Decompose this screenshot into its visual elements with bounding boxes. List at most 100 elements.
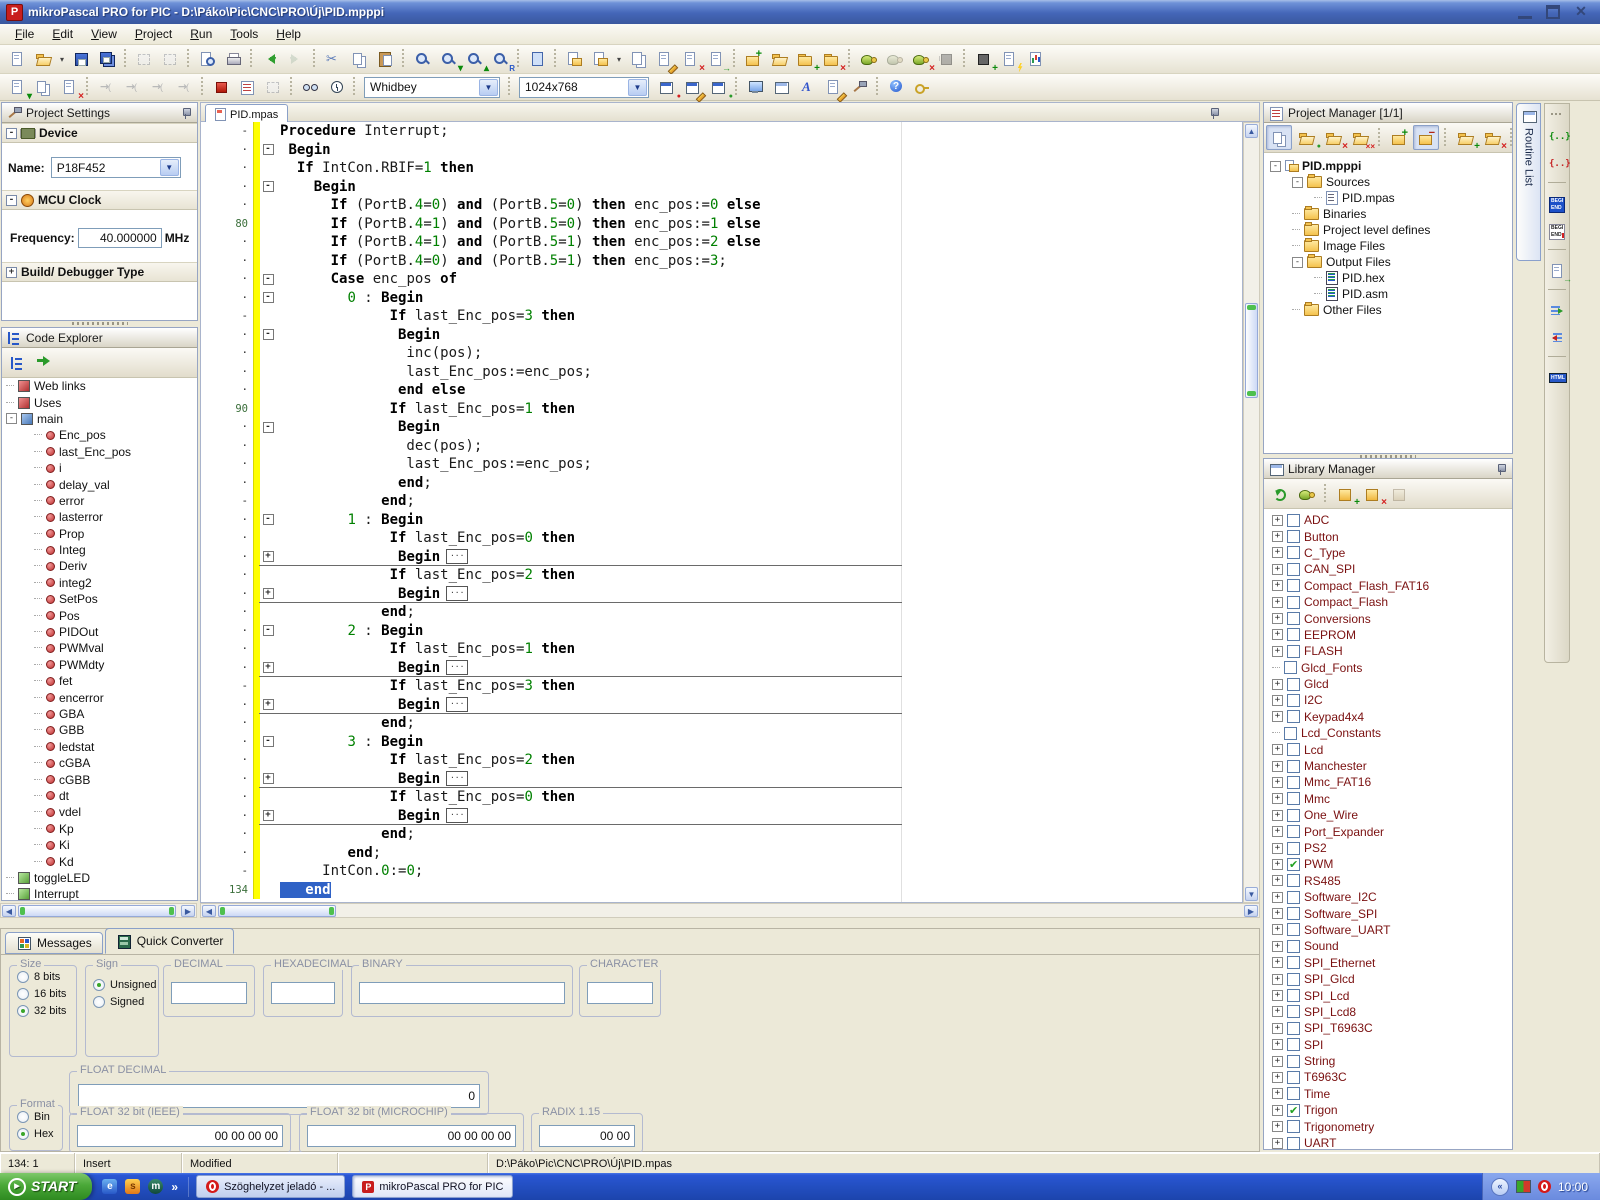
checkbox[interactable] (1284, 726, 1297, 740)
size-option-8-bits[interactable]: 8 bits (17, 971, 76, 983)
scroll-right-icon[interactable]: ▶ (181, 905, 195, 917)
build-debugger-section-bar[interactable]: + Build/ Debugger Type (2, 262, 197, 282)
fold-column[interactable] (260, 529, 276, 548)
start-debugger-button[interactable] (996, 47, 1023, 73)
code-explorer-item-fet[interactable]: fet (2, 673, 197, 689)
checkbox[interactable] (1287, 1054, 1300, 1068)
close-project-button[interactable] (1320, 125, 1346, 150)
sign-option-unsigned[interactable]: Unsigned (93, 979, 158, 991)
checkbox[interactable] (1287, 644, 1300, 658)
fold-column[interactable]: - (260, 418, 276, 437)
radio-selected-icon[interactable] (17, 1005, 29, 1017)
radio-selected-icon[interactable] (93, 979, 105, 991)
code-explorer-item-dt[interactable]: dt (2, 788, 197, 804)
code-line-2[interactable]: · - Begin (201, 140, 1242, 160)
uncomment-selection-button[interactable] (1544, 151, 1571, 176)
library-compact-flash-fat16[interactable]: + Compact_Flash_FAT16 (1264, 578, 1512, 594)
code-text[interactable]: Begin (276, 141, 330, 160)
fold-collapse-icon[interactable]: - (262, 329, 274, 341)
library-glcd-fonts[interactable]: Glcd_Fonts (1264, 660, 1512, 676)
menu-file[interactable]: File (6, 25, 43, 43)
checkbox[interactable] (1287, 841, 1300, 855)
close-button[interactable]: ✕ (1574, 4, 1588, 19)
print-button[interactable] (220, 47, 246, 72)
code-text[interactable]: Begin ··· (276, 585, 469, 604)
menu-run[interactable]: Run (181, 25, 221, 43)
mcu-clock-section-bar[interactable]: - MCU Clock (2, 190, 197, 210)
fold-column[interactable]: - (260, 325, 276, 344)
fold-column[interactable] (260, 825, 276, 844)
edit-window-button[interactable] (679, 75, 707, 103)
code-line-30[interactable]: · + Begin ··· (201, 658, 1242, 678)
code-text[interactable]: If (PortB.4=1) and (PortB.5=0) then enc_… (276, 215, 761, 234)
code-text[interactable]: end else (276, 381, 465, 400)
project-item-image-files[interactable]: Image Files (1264, 238, 1512, 254)
project-item-sources[interactable]: - Sources (1264, 174, 1512, 190)
checkbox[interactable] (1287, 956, 1300, 970)
code-text[interactable]: Case enc_pos of (276, 270, 457, 289)
fold-column[interactable]: + (260, 547, 276, 566)
expand-icon[interactable]: + (1272, 694, 1283, 706)
library-t6963c[interactable]: + T6963C (1264, 1069, 1512, 1085)
resolution-combo[interactable]: 1024x768 ▼ (519, 76, 649, 98)
library-uart[interactable]: + UART (1264, 1135, 1512, 1151)
code-line-32[interactable]: · + Begin ··· (201, 695, 1242, 714)
new-editor-window-button[interactable] (524, 47, 550, 72)
code-text[interactable]: 0 : Begin (276, 289, 423, 308)
collapsed-code-icon[interactable]: ··· (446, 586, 469, 601)
fold-collapse-icon[interactable]: - (262, 625, 274, 637)
start-button[interactable]: ▶ START (0, 1173, 93, 1200)
library-time[interactable]: + Time (1264, 1086, 1512, 1102)
close-project-group-button[interactable] (1347, 125, 1373, 150)
project-item-binaries[interactable]: Binaries (1264, 206, 1512, 222)
character-input[interactable] (587, 982, 653, 1004)
paste-button[interactable] (372, 47, 398, 72)
checkbox[interactable] (1287, 677, 1300, 691)
fold-column[interactable]: + (260, 584, 276, 603)
code-text[interactable]: Begin (276, 178, 356, 197)
code-line-37[interactable]: · If last_Enc_pos=0 then (201, 788, 1242, 807)
expand-icon[interactable]: + (1272, 744, 1283, 756)
new-project-button[interactable] (740, 47, 766, 72)
expand-icon[interactable]: + (1272, 1121, 1283, 1133)
radio-icon[interactable] (17, 971, 29, 983)
code-text[interactable]: Begin ··· (276, 659, 469, 678)
add-project-to-group-button[interactable] (1386, 125, 1412, 150)
fold-column[interactable] (260, 307, 276, 326)
edit-project-button[interactable] (651, 47, 679, 75)
collapsed-code-icon[interactable]: ··· (446, 697, 469, 712)
help-button[interactable] (883, 75, 909, 100)
code-text[interactable]: 3 : Begin (276, 733, 423, 752)
project-item-pid-mpppi[interactable]: - PID.mpppi (1264, 158, 1512, 174)
code-line-27[interactable]: · end; (201, 603, 1242, 622)
code-explorer-item-pos[interactable]: Pos (2, 607, 197, 623)
format-option-hex[interactable]: Hex (17, 1128, 62, 1140)
code-line-3[interactable]: · If IntCon.RBIF=1 then (201, 159, 1242, 178)
checkbox[interactable] (1287, 1038, 1300, 1052)
menu-edit[interactable]: Edit (43, 25, 82, 43)
export-code-to-html-button[interactable] (1544, 365, 1570, 390)
checkbox[interactable] (1287, 628, 1300, 642)
scrollbar-thumb[interactable] (18, 905, 176, 917)
checkbox[interactable] (1287, 595, 1300, 609)
library-manchester[interactable]: + Manchester (1264, 758, 1512, 774)
step-into-button[interactable] (93, 75, 119, 100)
software-uart-terminal-button[interactable] (742, 75, 768, 100)
fold-column[interactable] (260, 196, 276, 215)
editor-hscrollbar[interactable]: ◀ ▶ (200, 903, 1260, 918)
code-line-29[interactable]: · If last_Enc_pos=1 then (201, 640, 1242, 659)
fold-column[interactable]: - (260, 177, 276, 196)
fold-column[interactable] (260, 862, 276, 881)
expand-icon[interactable]: + (1272, 596, 1283, 608)
code-explorer-item-vdel[interactable]: vdel (2, 804, 197, 820)
undo-button[interactable] (257, 47, 283, 72)
chevron-down-icon[interactable]: ▼ (479, 78, 498, 96)
code-line-21[interactable]: - end; (201, 492, 1242, 511)
code-text[interactable]: If last_Enc_pos=1 then (276, 400, 575, 419)
project-item-output-files[interactable]: - Output Files (1264, 254, 1512, 270)
checkbox[interactable] (1287, 923, 1300, 937)
checked-checkbox[interactable] (1287, 1103, 1300, 1117)
library-spi-lcd[interactable]: + SPI_Lcd (1264, 987, 1512, 1003)
find-button[interactable] (409, 47, 435, 72)
insert-code-template-button[interactable] (1544, 258, 1570, 283)
